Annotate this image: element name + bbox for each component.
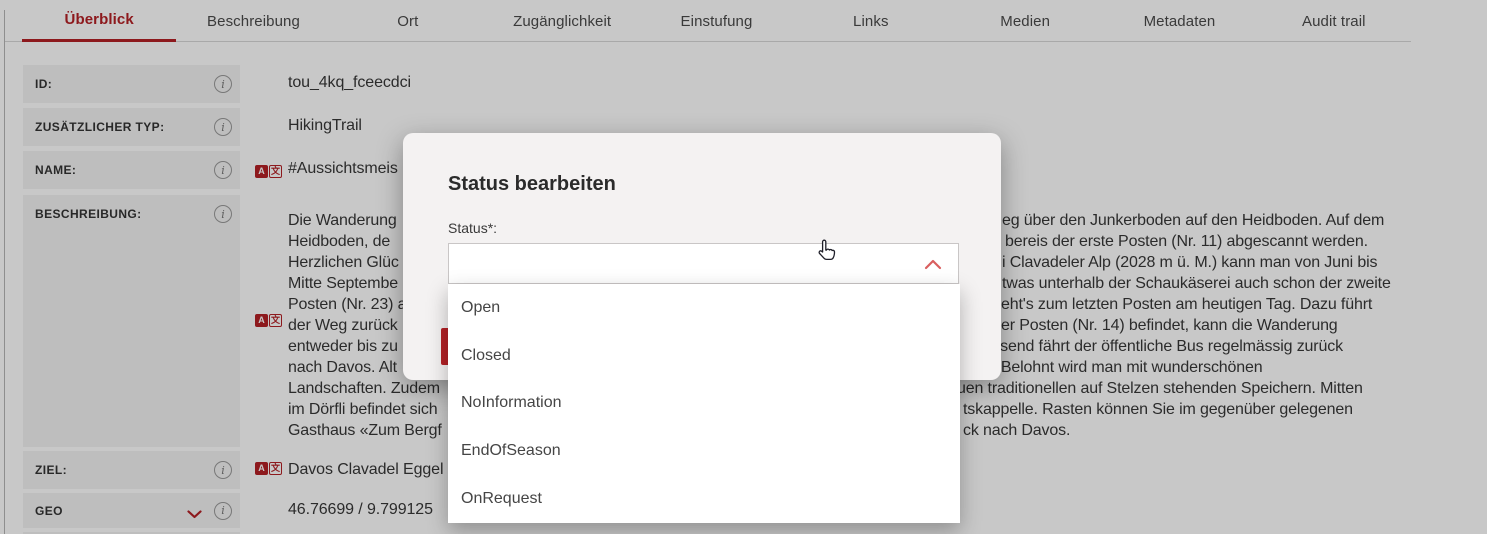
dropdown-option-open[interactable]: Open [448, 284, 960, 332]
page: Überblick Beschreibung Ort Zugänglichkei… [0, 0, 1487, 534]
dropdown-option-onrequest[interactable]: OnRequest [448, 475, 960, 523]
dropdown-option-endofseason[interactable]: EndOfSeason [448, 427, 960, 475]
chevron-up-icon [924, 257, 942, 275]
dropdown-option-closed[interactable]: Closed [448, 332, 960, 380]
modal-title: Status bearbeiten [448, 173, 616, 196]
dropdown-option-noinformation[interactable]: NoInformation [448, 380, 960, 428]
status-dropdown-list: Open Closed NoInformation EndOfSeason On… [448, 284, 960, 523]
status-field-label: Status*: [448, 220, 497, 236]
status-select[interactable] [448, 243, 959, 284]
